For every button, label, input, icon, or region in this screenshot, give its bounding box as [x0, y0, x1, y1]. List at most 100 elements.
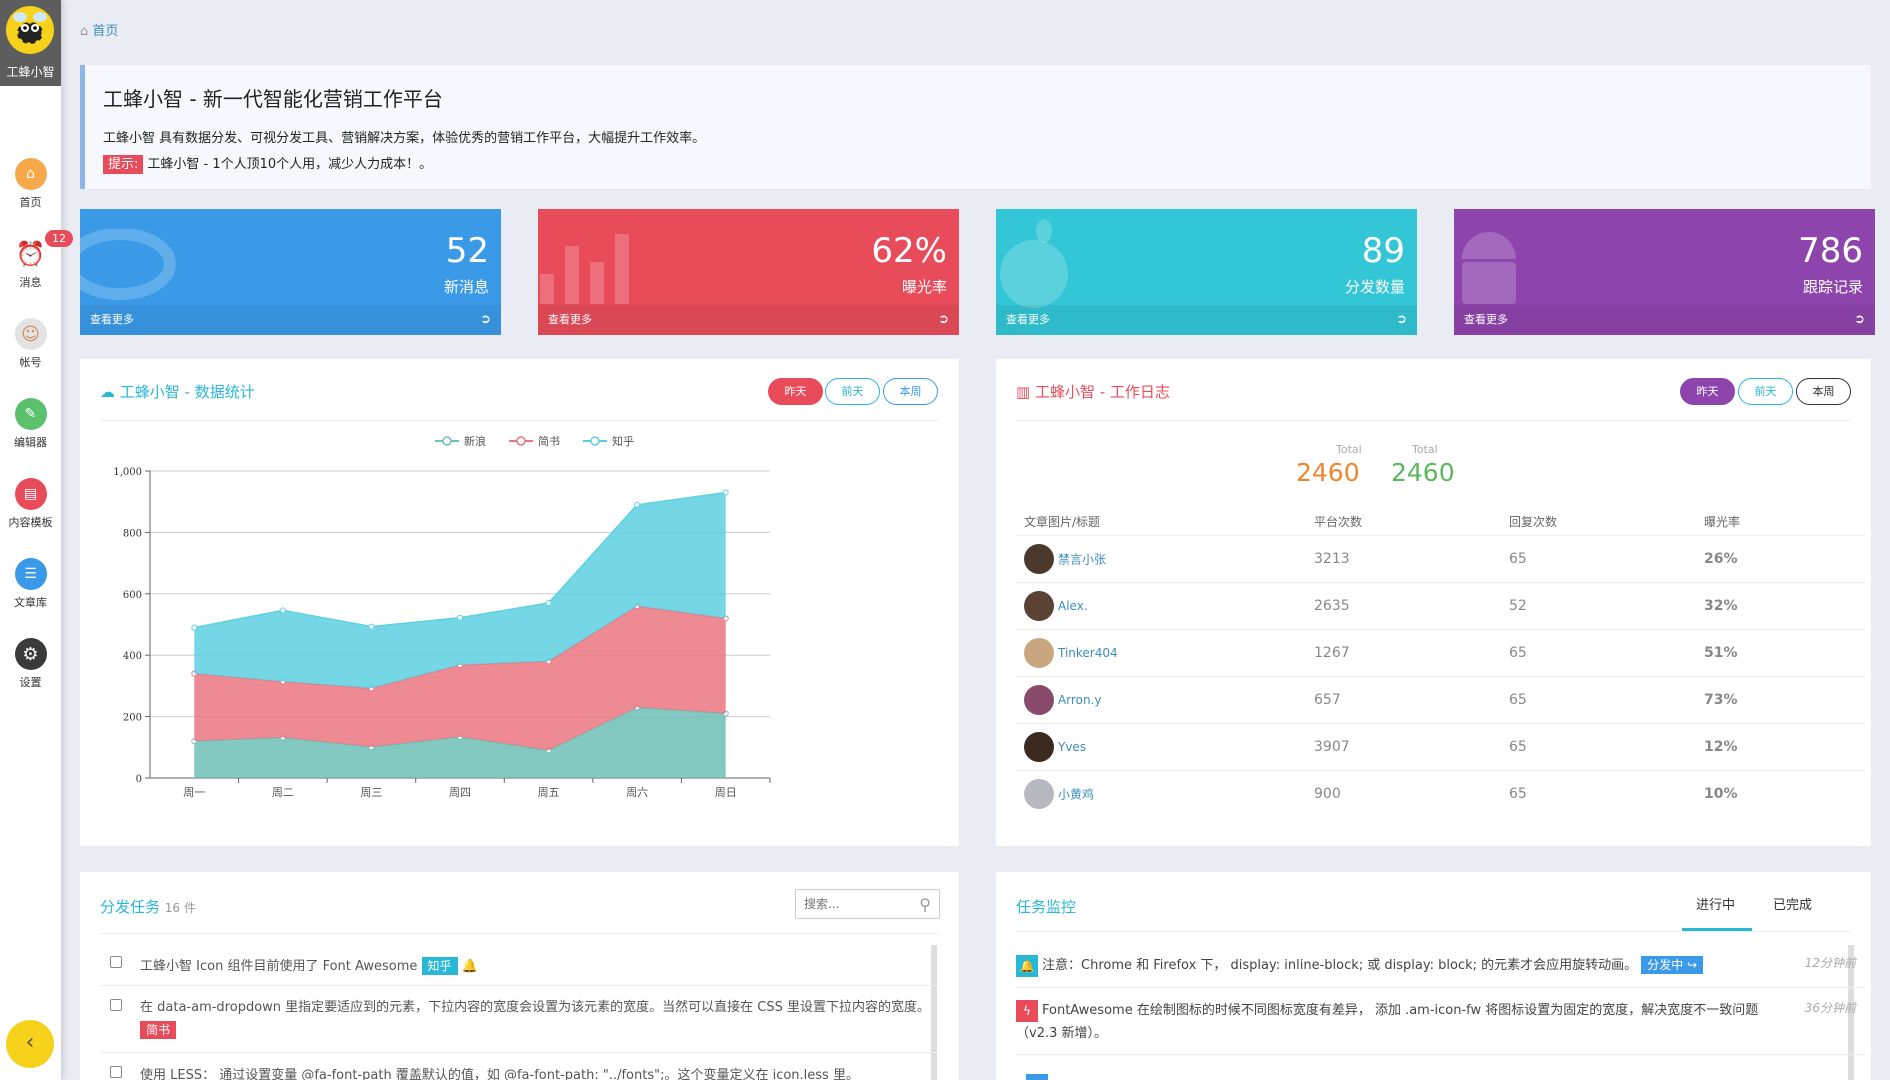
- search-input[interactable]: [804, 891, 914, 917]
- reply-count: 65: [1501, 769, 1696, 817]
- sidebar-item-messages[interactable]: ⏰ 消息 12: [0, 230, 73, 290]
- log-panel-title: ▥ 工蜂小智 - 工作日志: [1016, 381, 1170, 402]
- collapse-sidebar-button[interactable]: ‹: [6, 1020, 54, 1068]
- work-log-table: 文章图片/标题 平台次数 回复次数 曝光率 禁言小张 3213 65 26% Alex.…: [1016, 509, 1866, 817]
- stats-title-text: 工蜂小智 - 数据统计: [119, 383, 255, 401]
- stat-card-messages[interactable]: 52 新消息 查看更多 ➲: [80, 209, 501, 335]
- task-checkbox[interactable]: [110, 999, 122, 1011]
- log-title-text: 工蜂小智 - 工作日志: [1034, 383, 1170, 401]
- col-header: 文章图片/标题: [1024, 515, 1101, 530]
- stats-panel-title: ☁ 工蜂小智 - 数据统计: [100, 381, 255, 402]
- breadcrumb[interactable]: ⌂ 首页: [80, 20, 118, 39]
- total-label-1: Total: [1336, 443, 1362, 456]
- table-row: Yves 3907 65 12%: [1016, 722, 1866, 770]
- exposure-rate: 10%: [1696, 769, 1866, 817]
- user-cell: 小黄鸡: [1016, 769, 1306, 817]
- timestamp: 36分钟前: [1804, 1001, 1856, 1015]
- page-title: 工蜂小智 - 新一代智能化营销工作平台: [103, 87, 443, 111]
- stat-card-tracking[interactable]: 786 跟踪记录 查看更多 ➲: [1454, 209, 1875, 335]
- this-week-button[interactable]: 本周: [883, 378, 938, 405]
- data-point: [722, 489, 729, 496]
- document-icon: ▤: [14, 478, 47, 510]
- this-week-button[interactable]: 本周: [1796, 378, 1851, 405]
- view-more-link[interactable]: 查看更多 ➲: [1454, 305, 1875, 335]
- item-icon: [1026, 1074, 1048, 1080]
- intro-description: 工蜂小智 具有数据分发、可视分发工具、营销解决方案，体验优秀的营销工作平台，大幅…: [103, 131, 706, 146]
- yesterday-button[interactable]: 昨天: [1680, 378, 1735, 405]
- breadcrumb-home[interactable]: 首页: [92, 24, 118, 39]
- divider: [1016, 420, 1851, 421]
- timestamp: 12分钟前: [1804, 956, 1856, 970]
- view-more-link[interactable]: 查看更多 ➲: [996, 305, 1417, 335]
- reply-count: 52: [1501, 581, 1696, 629]
- user-name-link[interactable]: 小黄鸡: [1058, 787, 1094, 801]
- monitor-panel: 任务监控 进行中 已完成 🔔 注意：Chrome 和 Firefox 下， dis…: [996, 872, 1871, 1080]
- sidebar-item-label: 首页: [19, 196, 42, 209]
- day-before-button[interactable]: 前天: [1738, 378, 1793, 405]
- data-point: [368, 623, 375, 630]
- home-small-icon: ⌂: [80, 24, 93, 39]
- data-point: [279, 607, 286, 614]
- monitor-text: 注意：Chrome 和 Firefox 下， display: inline-b…: [1042, 958, 1638, 973]
- x-tick-label: 周三: [360, 786, 382, 799]
- search-icon[interactable]: ⚲: [919, 895, 931, 914]
- exposure-rate: 32%: [1696, 581, 1866, 629]
- tip-text: 工蜂小智 - 1个人顶10个人用，减少人力成本！。: [147, 157, 433, 172]
- user-name-link[interactable]: Yves: [1058, 740, 1086, 754]
- legend-marker: [442, 436, 452, 446]
- reply-count: 65: [1501, 534, 1696, 582]
- x-tick-label: 周二: [272, 786, 294, 799]
- work-log-panel: ▥ 工蜂小智 - 工作日志 昨天 前天 本周 Total Total 2460 …: [996, 359, 1871, 846]
- y-tick-label: 1,000: [113, 467, 142, 478]
- total-value-2: 2460: [1391, 458, 1455, 487]
- status-badge-text: 分发中: [1647, 958, 1684, 972]
- sidebar-item-articles[interactable]: ☰ 文章库: [0, 558, 61, 610]
- view-more-link[interactable]: 查看更多 ➲: [538, 305, 959, 335]
- col-header: 回复次数: [1509, 515, 1558, 530]
- user-cell: Yves: [1016, 722, 1306, 770]
- gear-icon: ⚙: [14, 638, 47, 670]
- task-checkbox[interactable]: [110, 1066, 122, 1078]
- sidebar-item-account[interactable]: ☺ 帐号: [0, 318, 61, 370]
- bell-icon[interactable]: 🔔: [462, 959, 478, 974]
- yesterday-button[interactable]: 昨天: [768, 378, 823, 405]
- avatar-icon: ☺: [14, 318, 47, 350]
- sidebar-item-label: 文章库: [14, 596, 47, 609]
- stat-value: 52: [445, 231, 489, 271]
- avatar: [1024, 731, 1054, 762]
- sidebar-item-editor[interactable]: ✎ 编辑器: [0, 398, 61, 450]
- search-box[interactable]: ⚲: [795, 889, 940, 919]
- task-checkbox[interactable]: [110, 956, 122, 968]
- arrow-circle-icon: ➲: [1854, 312, 1865, 327]
- platform-count: 3213: [1306, 534, 1501, 582]
- user-name-link[interactable]: Alex.: [1058, 599, 1088, 613]
- reply-count: 65: [1501, 675, 1696, 723]
- user-name-link[interactable]: Arron.y: [1058, 693, 1101, 707]
- intro-tip: 提示: 工蜂小智 - 1个人顶10个人用，减少人力成本！。: [103, 152, 1853, 178]
- table-row: Tinker404 1267 65 51%: [1016, 628, 1866, 676]
- tab-completed[interactable]: 已完成: [1773, 894, 1812, 913]
- divider: [100, 933, 939, 934]
- reply-count: 65: [1501, 628, 1696, 676]
- task-text: 工蜂小智 Icon 组件目前使用了 Font Awesome: [140, 959, 418, 974]
- sidebar-item-settings[interactable]: ⚙ 设置: [0, 638, 61, 690]
- user-name-link[interactable]: 禁言小张: [1058, 552, 1106, 566]
- view-more-link[interactable]: 查看更多 ➲: [80, 305, 501, 335]
- avatar: [1024, 590, 1054, 621]
- stat-value: 89: [1361, 231, 1405, 271]
- total-value-1: 2460: [1296, 458, 1360, 487]
- user-cell: Alex.: [1016, 581, 1306, 629]
- tab-in-progress[interactable]: 进行中: [1696, 894, 1735, 913]
- sidebar-item-home[interactable]: ⌂ 首页: [0, 158, 61, 210]
- day-before-button[interactable]: 前天: [825, 378, 880, 405]
- user-name-link[interactable]: Tinker404: [1058, 646, 1118, 660]
- bolt-icon: ϟ: [1016, 999, 1038, 1022]
- user-cell: Arron.y: [1016, 675, 1306, 723]
- tip-label: 提示:: [103, 155, 144, 174]
- bell-icon: 🔔: [1016, 954, 1038, 977]
- sidebar-item-templates[interactable]: ▤ 内容模板: [0, 478, 61, 530]
- stat-card-exposure[interactable]: 62% 曝光率 查看更多 ➲: [538, 209, 959, 335]
- stat-card-distribution[interactable]: 89 分发数量 查看更多 ➲: [996, 209, 1417, 335]
- intro-banner: 工蜂小智 - 新一代智能化营销工作平台 工蜂小智 具有数据分发、可视分发工具、营…: [80, 65, 1871, 189]
- logo-area[interactable]: 工蜂小智: [0, 0, 61, 86]
